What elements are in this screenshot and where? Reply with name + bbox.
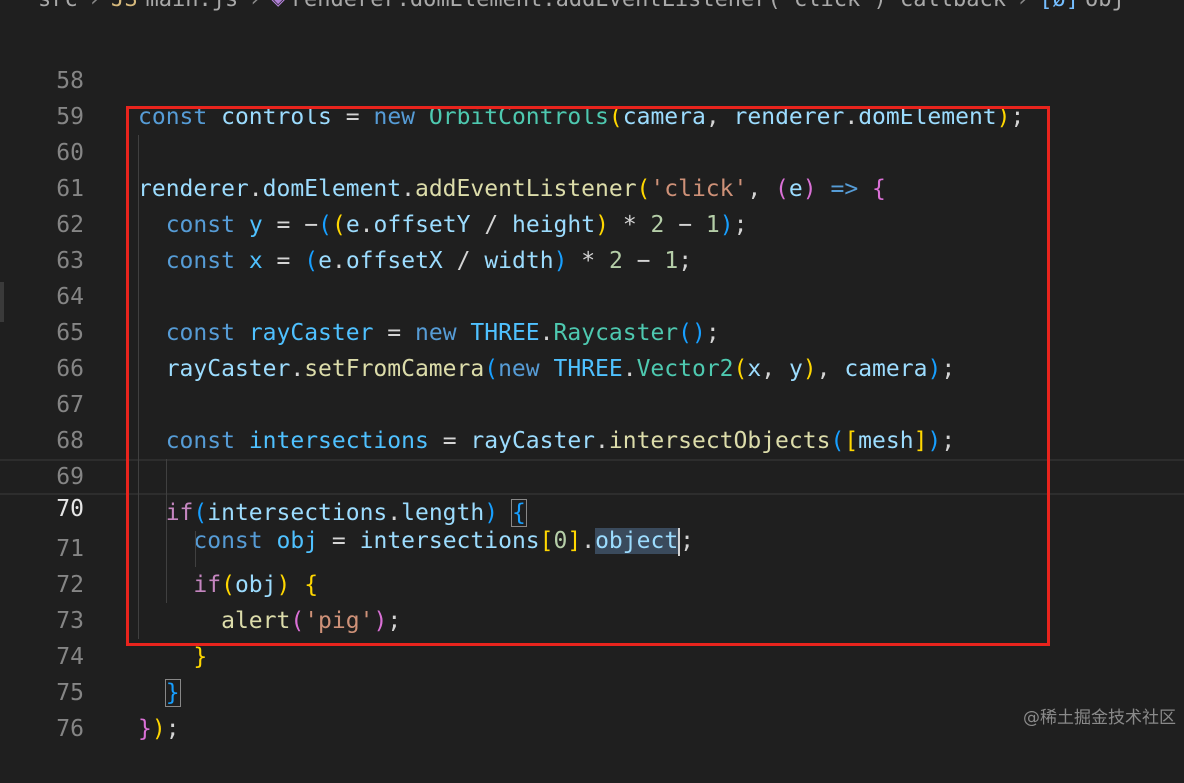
- code-line: 76: [0, 675, 1184, 742]
- indent-guide: [195, 531, 196, 567]
- variable-icon: [ø]: [1039, 0, 1079, 12]
- breadcrumb-file[interactable]: main.js: [146, 0, 239, 12]
- code-line: 72 alert('pig');: [0, 531, 1184, 634]
- code-line: 67 const intersections = rayCaster.inter…: [0, 351, 1184, 454]
- breadcrumb: src › JS main.js › ◈ renderer.domElement.addEv…: [0, 0, 1184, 12]
- watermark: @稀土掘金技术社区: [1023, 708, 1176, 728]
- code-line: 58 const controls = new OrbitControls(ca…: [0, 27, 1184, 130]
- breadcrumb-symbol[interactable]: renderer.domElement.addEventListener('cl…: [291, 0, 1006, 12]
- indent-guide: [138, 135, 139, 639]
- code-line: 74 }: [0, 603, 1184, 707]
- code-line: 69 if(intersections.length) {: [0, 423, 1184, 527]
- chevron-right-icon: ›: [1016, 0, 1029, 12]
- code-editor[interactable]: 58 const controls = new OrbitControls(ca…: [0, 27, 1184, 742]
- code-line: 75 });: [0, 639, 1184, 742]
- code-line: 68: [0, 387, 1184, 454]
- code-line: 66: [0, 315, 1184, 382]
- code-line: 61 const y = −((e.offsetY / height) * 2 …: [0, 135, 1184, 238]
- method-cube-icon: ◈: [271, 0, 284, 12]
- code-line: 62 const x = (e.offsetX / width) * 2 − 1…: [0, 171, 1184, 274]
- chevron-right-icon: ›: [248, 0, 261, 12]
- code-line: 73 }: [0, 567, 1184, 670]
- code-line: 60 renderer.domElement.addEventListener(…: [0, 99, 1184, 202]
- indent-guide: [166, 459, 167, 603]
- code-line: 64 const rayCaster = new THREE.Raycaster…: [0, 243, 1184, 346]
- code-line-current: 70 const obj = intersections[0].object;: [0, 459, 1184, 556]
- code-line: 71 if(obj) {: [0, 495, 1184, 598]
- code-line: 59: [0, 63, 1184, 130]
- code-line: 63: [0, 207, 1184, 274]
- code-line: 65 rayCaster.setFromCamera(new THREE.Vec…: [0, 279, 1184, 382]
- chevron-right-icon: ›: [88, 0, 101, 12]
- breadcrumb-folder[interactable]: src: [38, 0, 78, 12]
- javascript-file-icon: JS: [111, 0, 138, 12]
- line-number: 76: [56, 716, 84, 742]
- breadcrumb-item[interactable]: obj: [1085, 0, 1125, 12]
